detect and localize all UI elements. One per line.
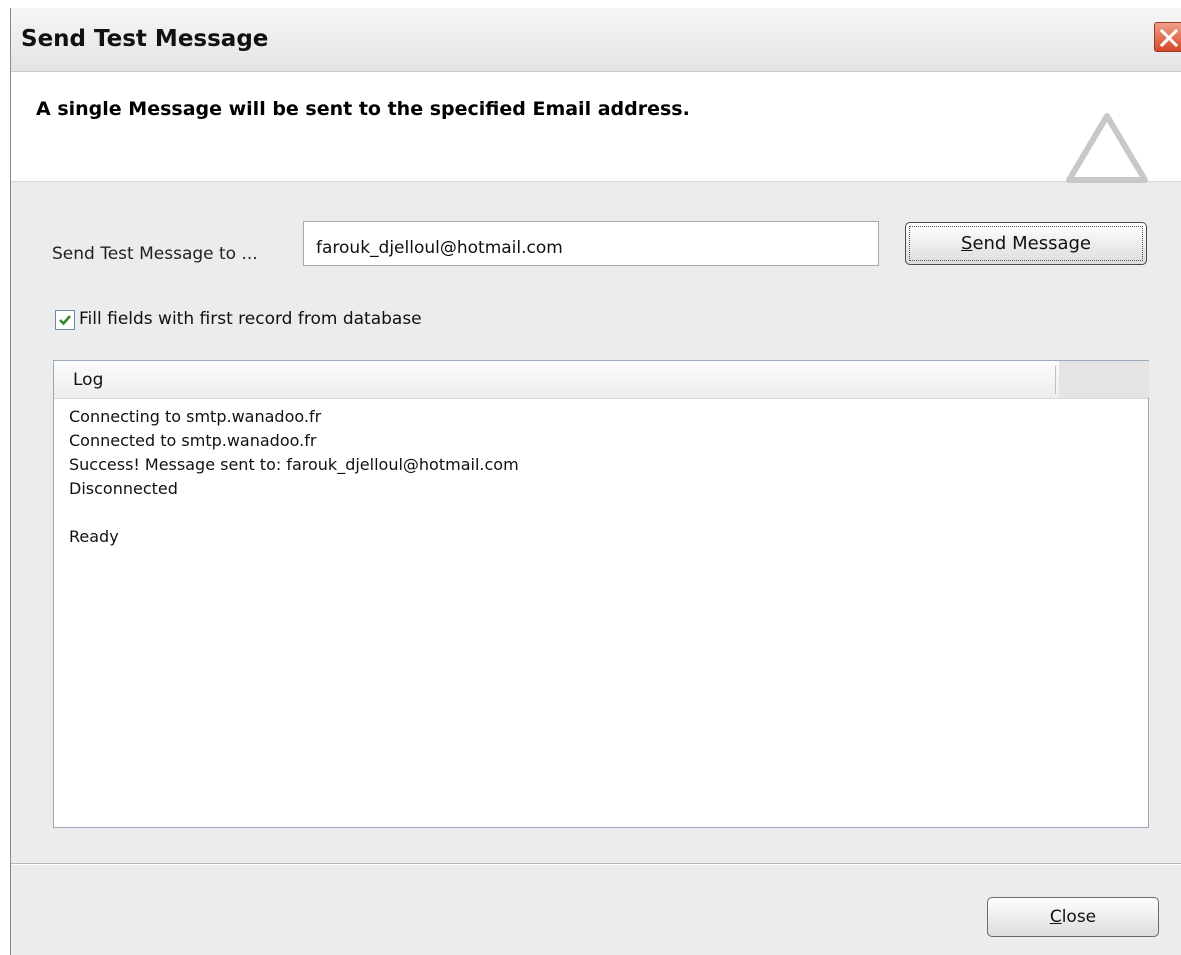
log-lines: Connecting to smtp.wanadoo.fr Connected … <box>69 405 519 549</box>
log-line: Disconnected <box>69 479 178 498</box>
log-line: Ready <box>69 527 119 546</box>
send-message-mnemonic: S <box>961 233 973 254</box>
send-message-button[interactable]: Send Message <box>905 222 1147 265</box>
log-column-header[interactable]: Log <box>54 361 1149 399</box>
dialog-window: Send Test Message A single Message will … <box>10 8 1181 955</box>
fill-fields-checkbox[interactable] <box>55 310 75 330</box>
log-column-label: Log <box>73 370 104 390</box>
header-panel: A single Message will be sent to the spe… <box>11 72 1181 183</box>
log-line <box>69 501 519 525</box>
window-title: Send Test Message <box>21 26 269 52</box>
column-separator[interactable] <box>1055 366 1056 394</box>
email-input[interactable] <box>303 221 879 266</box>
fill-fields-label[interactable]: Fill fields with first record from datab… <box>79 309 422 329</box>
log-listview[interactable]: Log Connecting to smtp.wanadoo.fr Connec… <box>53 360 1149 828</box>
close-label: lose <box>1061 907 1097 927</box>
header-filler <box>1059 361 1149 398</box>
send-message-label: end Message <box>972 233 1091 254</box>
close-button[interactable]: Close <box>987 897 1159 937</box>
footer-divider <box>11 863 1181 865</box>
close-window-button[interactable] <box>1154 22 1181 52</box>
header-description: A single Message will be sent to the spe… <box>36 98 690 120</box>
title-bar[interactable]: Send Test Message <box>11 8 1181 72</box>
send-to-label: Send Test Message to ... <box>52 244 258 264</box>
log-line: Connected to smtp.wanadoo.fr <box>69 431 317 450</box>
close-mnemonic: C <box>1049 907 1062 927</box>
log-line: Connecting to smtp.wanadoo.fr <box>69 407 322 426</box>
triangle-outline-icon <box>1066 113 1148 183</box>
checkmark-icon <box>59 315 71 326</box>
close-icon <box>1159 28 1179 48</box>
log-line: Success! Message sent to: farouk_djellou… <box>69 455 519 474</box>
